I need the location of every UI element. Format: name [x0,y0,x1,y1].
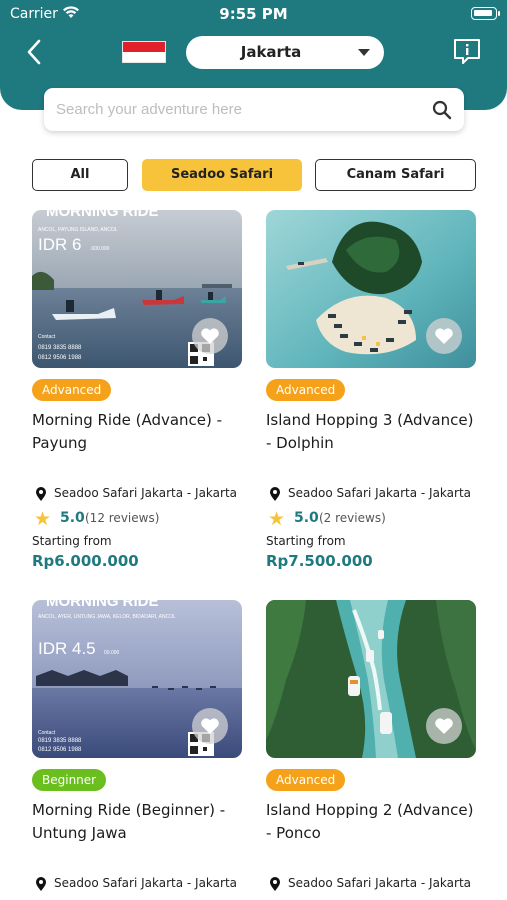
map-pin-icon [36,877,46,891]
heart-icon [201,328,219,344]
rating-score: 5.0 [60,510,85,526]
review-count: (2 reviews) [319,511,386,525]
heart-icon [435,328,453,344]
product-title[interactable]: Morning Ride (Advance) - Payung [32,409,244,455]
heart-icon [201,718,219,734]
map-pin-icon [270,877,280,891]
search-icon[interactable] [432,100,452,120]
indonesia-flag-icon[interactable] [122,41,166,63]
poster-price: IDR 4.5 [38,639,96,658]
map-pin-icon [270,487,280,501]
poster-route: ANCOL, AYER, UNTUNG JAWA, KELOR, BIDADAR… [38,614,176,620]
poster-phone-2: 0812 9506 1988 [38,355,82,361]
product-title[interactable]: Island Hopping 2 (Advance) - Ponco [266,799,478,845]
product-image[interactable]: MORNING RIDE ANCOL, AYER, UNTUNG JAWA, K… [32,600,242,758]
location-label: Seadoo Safari Jakarta - Jakarta [54,486,238,500]
level-badge: Beginner [32,769,107,791]
location-label: Seadoo Safari Jakarta - Jakarta [288,486,472,500]
poster-brand: MORNING RIDE [46,600,159,610]
search-bar [44,88,464,131]
poster-price-suffix: .000.000 [90,246,110,252]
poster-route: ANCOL, PAYUNG ISLAND, ANCOL [38,227,118,233]
review-count: (12 reviews) [85,511,160,525]
info-message-button[interactable] [452,37,482,67]
poster-contact-label: Contact [38,730,56,736]
product-location: Seadoo Safari Jakarta - Jakarta [266,485,486,503]
tab-all[interactable]: All [32,159,128,191]
product-card[interactable]: Advanced Island Hopping 2 (Advance) - Po… [266,600,476,900]
poster-phone-1: 0819 3835 8888 [38,738,82,744]
location-label: Seadoo Safari Jakarta - Jakarta [54,876,238,890]
search-input[interactable] [56,97,416,121]
product-rating: ★ 5.0 (12 reviews) [32,509,252,529]
rating-score: 5.0 [294,510,319,526]
poster-brand: MORNING RIDE [46,210,159,220]
back-button[interactable] [22,38,46,66]
city-select[interactable]: Jakarta [186,36,384,69]
product-card[interactable]: MORNING RIDE ANCOL, AYER, UNTUNG JAWA, K… [32,600,242,900]
starting-from-label: Starting from [266,534,346,548]
product-location: Seadoo Safari Jakarta - Jakarta [266,875,486,893]
product-location: Seadoo Safari Jakarta - Jakarta [32,875,252,893]
product-card[interactable]: MORNING RIDE ANCOL, PAYUNG ISLAND, ANCOL… [32,210,242,580]
product-image[interactable] [266,210,476,368]
poster-phone-2: 0812 9506 1988 [38,747,82,753]
poster-price-suffix: 00.000 [104,650,120,656]
map-pin-icon [36,487,46,501]
product-location: Seadoo Safari Jakarta - Jakarta [32,485,252,503]
favorite-button[interactable] [192,708,228,744]
heart-icon [435,718,453,734]
chevron-down-icon [358,49,370,56]
product-image[interactable] [266,600,476,758]
poster-contact-label: Contact [38,334,56,340]
product-card[interactable]: Advanced Island Hopping 3 (Advance) - Do… [266,210,476,580]
product-title[interactable]: Morning Ride (Beginner) - Untung Jawa [32,799,244,845]
product-image[interactable]: MORNING RIDE ANCOL, PAYUNG ISLAND, ANCOL… [32,210,242,368]
product-price: Rp6.000.000 [32,552,139,570]
status-bar: Carrier 9:55 PM [0,0,507,28]
poster-price: IDR 6 [38,235,81,254]
star-icon: ★ [34,508,52,530]
tab-seadoo-safari[interactable]: Seadoo Safari [142,159,302,191]
product-price: Rp7.500.000 [266,552,373,570]
favorite-button[interactable] [426,318,462,354]
star-icon: ★ [268,508,286,530]
product-rating: ★ 5.0 (2 reviews) [266,509,486,529]
favorite-button[interactable] [192,318,228,354]
city-select-value: Jakarta [240,43,302,61]
level-badge: Advanced [32,379,112,401]
product-title[interactable]: Island Hopping 3 (Advance) - Dolphin [266,409,478,455]
favorite-button[interactable] [426,708,462,744]
battery-icon [471,7,500,20]
status-time: 9:55 PM [219,5,288,23]
poster-phone-1: 0819 3835 8888 [38,345,82,351]
location-label: Seadoo Safari Jakarta - Jakarta [288,876,472,890]
starting-from-label: Starting from [32,534,112,548]
tab-canam-safari[interactable]: Canam Safari [315,159,476,191]
level-badge: Advanced [266,769,346,791]
level-badge: Advanced [266,379,346,401]
